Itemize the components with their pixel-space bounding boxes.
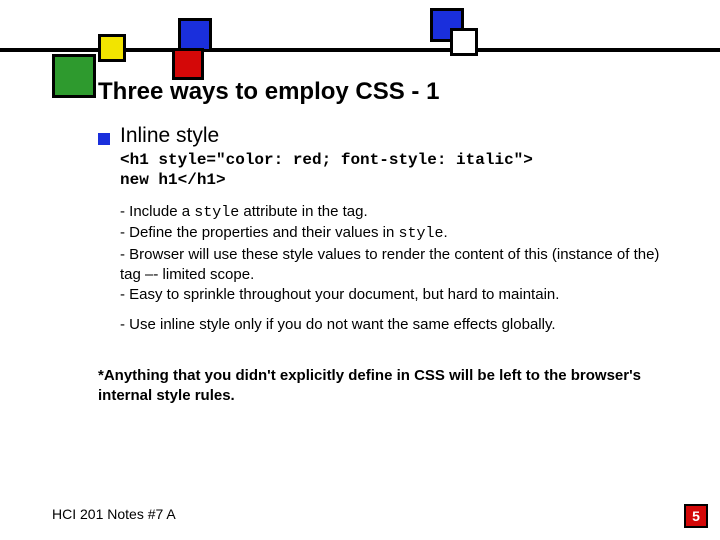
square-blue-icon [178,18,212,52]
footnote: *Anything that you didn't explicitly def… [98,366,680,407]
square-yellow-icon [98,34,126,62]
code-sample: <h1 style="color: red; font-style: itali… [120,150,680,190]
footer-text: HCI 201 Notes #7 A [52,506,176,522]
square-bullet-icon [98,133,110,145]
bullet-row: Inline style [98,124,680,148]
slide-content: Three ways to employ CSS - 1 Inline styl… [52,78,680,406]
bullet-list: - Include a style attribute in the tag.-… [120,202,680,305]
slide-title: Three ways to employ CSS - 1 [98,78,680,106]
section-heading: Inline style [120,124,219,148]
page-number-badge: 5 [684,504,708,528]
bullet-extra: - Use inline style only if you do not wa… [120,315,680,335]
header-decoration [0,0,720,80]
square-white-icon [450,28,478,56]
square-red-icon [172,48,204,80]
